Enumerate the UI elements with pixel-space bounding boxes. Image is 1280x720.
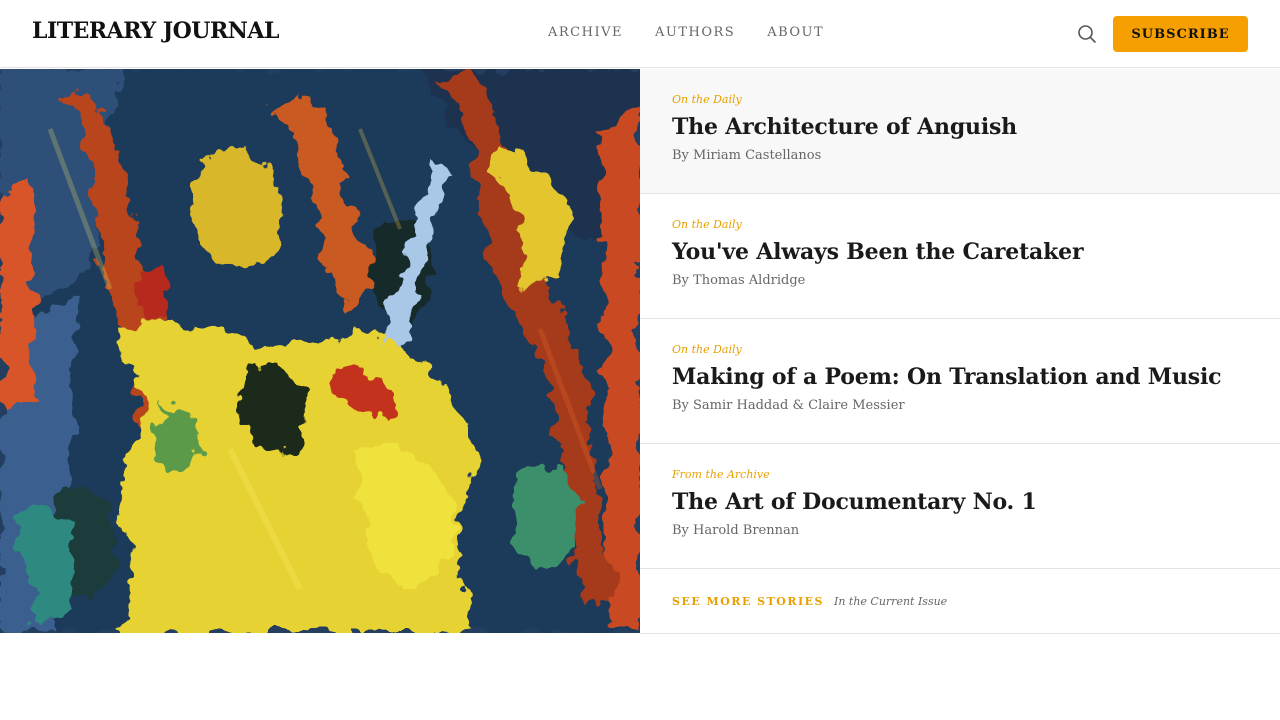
story-item[interactable]: On the Daily The Architecture of Anguish… — [640, 69, 1280, 194]
story-item[interactable]: From the Archive The Art of Documentary … — [640, 444, 1280, 569]
story-kicker: On the Daily — [672, 93, 742, 106]
see-more-stories-link[interactable]: SEE MORE STORIES — [672, 595, 824, 608]
nav-about[interactable]: ABOUT — [767, 25, 824, 40]
story-list: On the Daily The Architecture of Anguish… — [640, 69, 1280, 634]
story-kicker: From the Archive — [672, 468, 770, 481]
current-issue-note: In the Current Issue — [833, 594, 948, 608]
nav-archive[interactable]: ARCHIVE — [548, 25, 623, 40]
story-title[interactable]: You've Always Been the Caretaker — [672, 239, 1248, 265]
subscribe-button[interactable]: SUBSCRIBE — [1113, 16, 1248, 52]
story-byline: By Thomas Aldridge — [672, 273, 806, 288]
hero-painting[interactable] — [0, 69, 640, 633]
site-header: LITERARY JOURNAL ARCHIVE AUTHORS ABOUT S… — [0, 0, 1280, 68]
story-kicker: On the Daily — [672, 218, 742, 231]
see-more-row: SEE MORE STORIES In the Current Issue — [640, 569, 1280, 634]
story-title[interactable]: The Art of Documentary No. 1 — [672, 489, 1248, 515]
story-byline: By Harold Brennan — [672, 523, 800, 538]
story-item[interactable]: On the Daily You've Always Been the Care… — [640, 194, 1280, 319]
search-icon[interactable] — [1076, 23, 1098, 45]
story-kicker: On the Daily — [672, 343, 742, 356]
story-item[interactable]: On the Daily Making of a Poem: On Transl… — [640, 319, 1280, 444]
nav-authors[interactable]: AUTHORS — [655, 25, 735, 40]
story-title[interactable]: Making of a Poem: On Translation and Mus… — [672, 364, 1248, 390]
site-logo[interactable]: LITERARY JOURNAL — [32, 18, 279, 44]
story-byline: By Miriam Castellanos — [672, 148, 822, 163]
main-nav: ARCHIVE AUTHORS ABOUT — [548, 25, 824, 40]
story-byline: By Samir Haddad & Claire Messier — [672, 398, 905, 413]
story-title[interactable]: The Architecture of Anguish — [672, 114, 1248, 140]
